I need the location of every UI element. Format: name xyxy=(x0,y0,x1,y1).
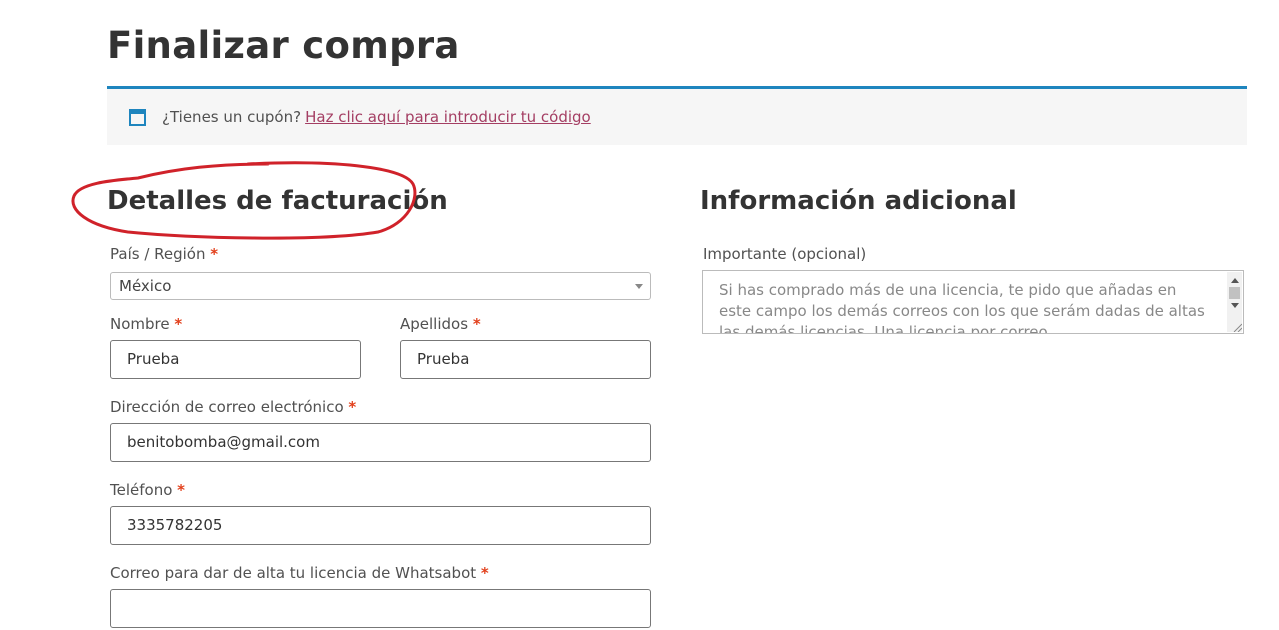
country-label: País / Región * xyxy=(110,245,219,263)
last-name-input[interactable]: Prueba xyxy=(400,340,651,379)
country-select-value: México xyxy=(119,277,172,295)
resize-handle-icon[interactable] xyxy=(1232,322,1242,332)
email-label: Dirección de correo electrónico * xyxy=(110,398,357,416)
order-notes-label: Importante (opcional) xyxy=(703,245,867,263)
whatsabot-email-input[interactable] xyxy=(110,589,651,628)
phone-input[interactable]: 3335782205 xyxy=(110,506,651,545)
checkout-page: Finalizar compra ¿Tienes un cupón? Haz c… xyxy=(0,0,1279,630)
required-mark: * xyxy=(210,245,219,263)
scroll-thumb[interactable] xyxy=(1229,287,1240,299)
coupon-question: ¿Tienes un cupón? xyxy=(162,108,302,126)
chevron-down-icon xyxy=(635,284,643,289)
required-mark: * xyxy=(348,398,357,416)
last-name-label: Apellidos * xyxy=(400,315,481,333)
additional-info-title: Información adicional xyxy=(700,186,1017,216)
email-input[interactable]: benitobomba@gmail.com xyxy=(110,423,651,462)
first-name-input[interactable]: Prueba xyxy=(110,340,361,379)
billing-details-title: Detalles de facturación xyxy=(107,186,448,216)
country-select[interactable]: México xyxy=(110,272,651,300)
scroll-down-icon[interactable] xyxy=(1231,303,1239,308)
scroll-up-icon[interactable] xyxy=(1231,278,1239,283)
window-icon xyxy=(129,108,146,126)
enter-coupon-link[interactable]: Haz clic aquí para introducir tu código xyxy=(305,108,591,126)
order-notes-textarea[interactable]: Si has comprado más de una licencia, te … xyxy=(702,270,1244,334)
phone-label: Teléfono * xyxy=(110,481,186,499)
order-notes-placeholder: Si has comprado más de una licencia, te … xyxy=(719,281,1205,334)
first-name-label: Nombre * xyxy=(110,315,183,333)
required-mark: * xyxy=(480,564,489,582)
coupon-notice: ¿Tienes un cupón? Haz clic aquí para int… xyxy=(107,86,1247,145)
required-mark: * xyxy=(174,315,183,333)
whatsabot-email-label: Correo para dar de alta tu licencia de W… xyxy=(110,564,489,582)
required-mark: * xyxy=(177,481,186,499)
page-title: Finalizar compra xyxy=(107,24,460,67)
required-mark: * xyxy=(472,315,481,333)
